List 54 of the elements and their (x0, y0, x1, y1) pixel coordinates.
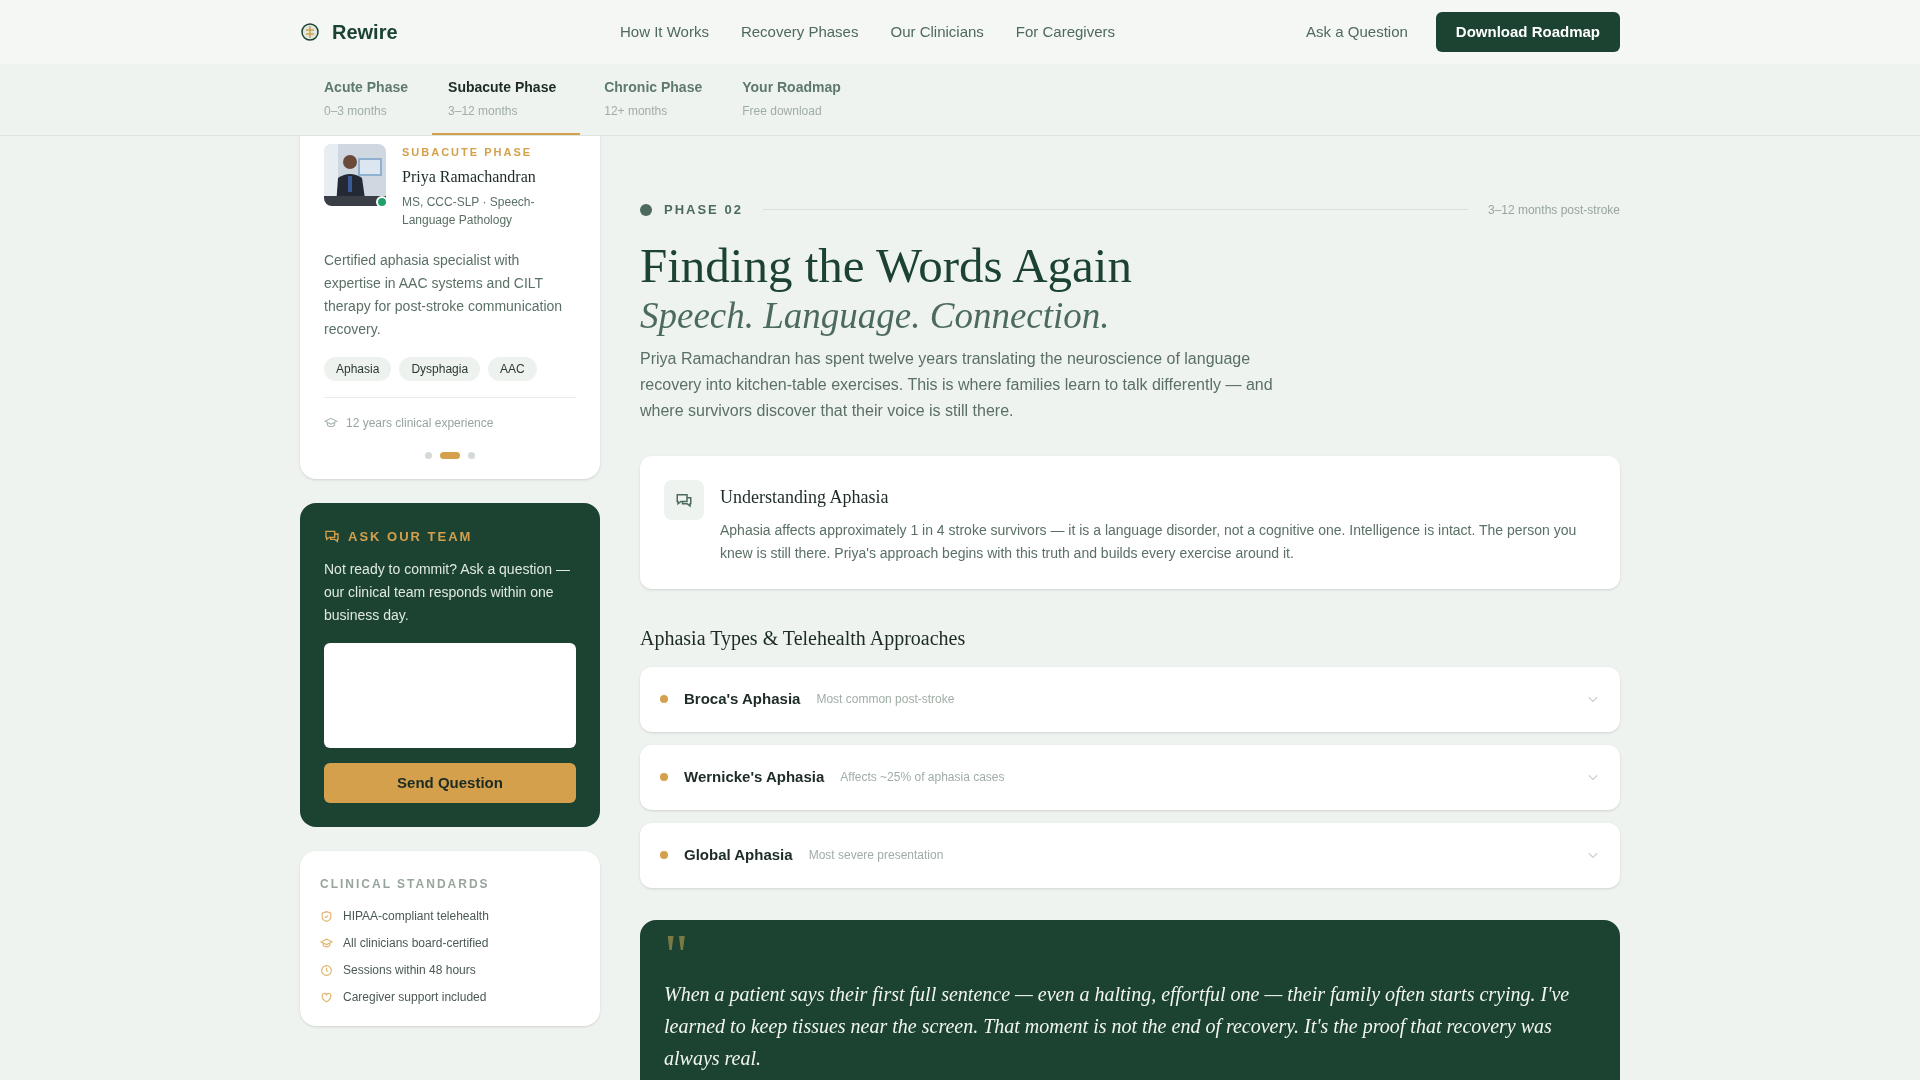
chat-icon (324, 528, 340, 545)
standards-title: CLINICAL STANDARDS (320, 877, 490, 891)
quote-mark: " (664, 931, 689, 972)
graduation-cap-icon (324, 415, 338, 430)
standard-item: Sessions within 48 hours (343, 962, 476, 979)
specialty-tag: AAC (488, 356, 537, 381)
section-heading: Aphasia Types & Telehealth Approaches (640, 625, 967, 652)
graduation-cap-icon (320, 936, 333, 950)
phase-number: PHASE 02 (664, 201, 743, 219)
nav-link[interactable]: Recovery Phases (740, 20, 859, 44)
aphasia-type: Global Aphasia (684, 844, 793, 865)
ask-question-link[interactable]: Ask a Question (1306, 20, 1408, 44)
download-roadmap-button[interactable]: Download Roadmap (1435, 12, 1620, 52)
quote-text: When a patient says their first full sentence — even a halting, effortful one — their family often starts crying. I've learned to keep tissues near the screen. That moment is not the end of recovery. It's the proof that recovery was always real. (664, 981, 1571, 1072)
aphasia-type: Broca's Aphasia (684, 688, 801, 709)
standard-item: All clinicians board-certified (343, 935, 489, 952)
specialty-tag: Dysphagia (399, 356, 481, 381)
specialty-tag: Aphasia (324, 356, 392, 381)
nav-link[interactable]: Our Clinicians (890, 20, 984, 44)
phase-label: SUBACUTE PHASE (402, 145, 534, 160)
accordion-item[interactable]: Wernicke's Aphasia Affects ~25% of aphasia cases (640, 744, 1620, 810)
phase-tab[interactable]: Your Roadmap Free download (726, 64, 857, 135)
ask-team-title: ASK OUR TEAM (348, 527, 473, 546)
question-input[interactable] (324, 643, 576, 748)
nav-link[interactable]: For Caregivers (1015, 20, 1116, 44)
nav-link[interactable]: How It Works (620, 20, 709, 44)
info-text: Aphasia affects approximately 1 in 4 stroke survivors — it is a language disorder, not a cognitive one. Intelligence is intact. The person you knew is still there. Priya's approach begins with this truth and builds every exercise around it. (720, 520, 1578, 563)
clinician-bio: Certified aphasia specialist with expertise in AAC systems and CILT therapy for post-stroke communication recovery. (324, 250, 564, 339)
phase-range: 3–12 months post-stroke (1487, 201, 1620, 219)
aphasia-note: Affects ~25% of aphasia cases (840, 769, 1005, 786)
standard-item: HIPAA-compliant telehealth (343, 908, 489, 925)
phase-tab[interactable]: Chronic Phase 12+ months (588, 64, 719, 135)
info-title: Understanding Aphasia (720, 485, 890, 509)
page-title: Finding the Words Again (640, 237, 1133, 294)
experience-text: 12 years clinical experience (346, 414, 494, 432)
standard-item: Caregiver support included (343, 989, 487, 1006)
send-question-button[interactable]: Send Question (324, 763, 576, 803)
aphasia-type: Wernicke's Aphasia (684, 766, 825, 787)
intro-paragraph: Priya Ramachandran has spent twelve years translating the neuroscience of language recovery into kitchen-table exercises. This is where families learn to talk differently — and where survivors discover that their voice is still there. (640, 348, 1274, 421)
shield-icon (320, 909, 333, 923)
clinician-credentials: MS, CCC-SLP · Speech-Language Pathology (402, 193, 536, 229)
phase-tab[interactable]: Acute Phase 0–3 months (308, 64, 425, 135)
aphasia-note: Most common post-stroke (816, 691, 955, 708)
chat-icon (664, 479, 704, 520)
accordion-item[interactable]: Global Aphasia Most severe presentation (640, 822, 1620, 888)
brand-name[interactable]: Rewire (332, 17, 398, 47)
aphasia-note: Most severe presentation (808, 847, 944, 864)
accordion-item[interactable]: Broca's Aphasia Most common post-stroke (640, 666, 1620, 732)
clock-icon (320, 963, 333, 977)
ask-team-text: Not ready to commit? Ask a question — our clinical team responds within one business day. (324, 560, 571, 625)
heart-icon (320, 990, 333, 1004)
logo-icon (300, 22, 320, 42)
page-subtitle: Speech. Language. Connection. (640, 293, 1111, 338)
clinician-name: Priya Ramachandran (402, 166, 537, 188)
